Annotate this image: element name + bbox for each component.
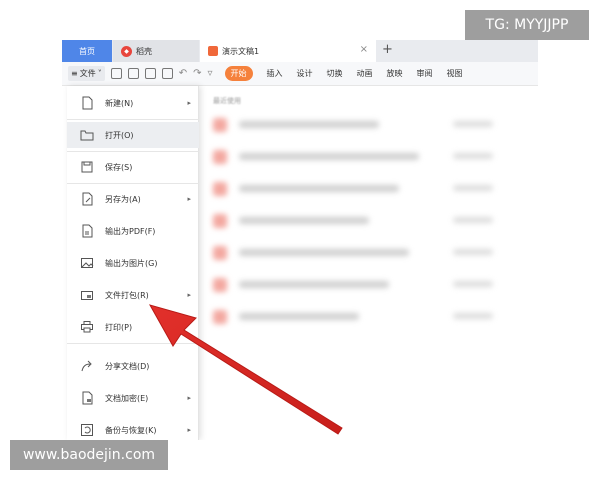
menu-item-export-pdf[interactable]: 输出为PDF(F)	[67, 218, 199, 244]
menu-item-label: 备份与恢复(K)	[105, 425, 157, 435]
menu-item-print[interactable]: 打印(P)	[67, 314, 199, 340]
toolbar: ≡ 文件 ˅ ↶ ↷ ▿ 开始 插入 设计 切换 动画 放映 审阅 视图	[62, 62, 538, 86]
menu-item-label: 打印(P)	[105, 322, 133, 332]
tab-docer[interactable]: ◆ 稻壳	[113, 40, 199, 62]
tab-home[interactable]: 首页	[62, 40, 112, 62]
submenu-arrow-icon: ▸	[187, 291, 191, 299]
lock-icon	[79, 390, 95, 406]
ribbon-tab-view[interactable]: 视图	[447, 68, 463, 79]
menu-item-label: 文档加密(E)	[105, 393, 149, 403]
recent-file-row[interactable]	[213, 308, 513, 326]
hamburger-icon: ≡	[71, 69, 78, 78]
menu-item-new[interactable]: 新建(N) ▸	[67, 90, 199, 116]
menu-item-encrypt[interactable]: 文档加密(E) ▸	[67, 385, 199, 411]
chevron-down-icon: ˅	[97, 69, 102, 78]
menu-item-backup[interactable]: 备份与恢复(K) ▸	[67, 417, 199, 440]
menu-item-label: 新建(N)	[105, 98, 134, 108]
docer-logo-icon: ◆	[121, 45, 132, 57]
backup-icon	[79, 422, 95, 438]
recent-file-row[interactable]	[213, 148, 513, 166]
recent-file-row[interactable]	[213, 116, 513, 134]
tab-docer-label: 稻壳	[136, 46, 152, 56]
printer-icon	[79, 319, 95, 335]
recent-file-row[interactable]	[213, 244, 513, 262]
save-as-icon	[79, 191, 95, 207]
menu-divider	[67, 119, 199, 120]
recent-file-row[interactable]	[213, 212, 513, 230]
undo-icon[interactable]: ↶	[179, 68, 187, 79]
print-tool-icon[interactable]	[144, 68, 156, 79]
file-menu-button[interactable]: ≡ 文件 ˅	[68, 66, 105, 81]
wps-window: 首页 ◆ 稻壳 演示文稿1 × + ≡ 文件 ˅ ↶ ↷ ▿ 开始 插入 设计 …	[62, 40, 538, 440]
recent-file-row[interactable]	[213, 180, 513, 198]
menu-item-export-image[interactable]: 输出为图片(G)	[67, 250, 199, 276]
recent-files-panel: 最近使用	[199, 86, 538, 440]
submenu-arrow-icon: ▸	[187, 394, 191, 402]
ribbon-tab-insert[interactable]: 插入	[267, 68, 283, 79]
package-icon	[79, 287, 95, 303]
menu-item-label: 输出为图片(G)	[105, 258, 158, 268]
menu-item-label: 分享文档(D)	[105, 361, 150, 371]
preview-tool-icon[interactable]	[161, 68, 173, 79]
menu-item-label: 保存(S)	[105, 162, 133, 172]
menu-item-share[interactable]: 分享文档(D)	[67, 353, 199, 379]
tab-presentation-label: 演示文稿1	[222, 46, 260, 56]
image-icon	[79, 255, 95, 271]
save-icon	[79, 159, 95, 175]
presentation-icon	[208, 46, 218, 56]
folder-icon	[79, 127, 95, 143]
new-tab-button[interactable]: +	[382, 42, 393, 57]
ribbon-tab-transition[interactable]: 切换	[327, 68, 343, 79]
watermark-bottom-left: www.baodejin.com	[10, 440, 168, 470]
ribbon-tab-review[interactable]: 审阅	[417, 68, 433, 79]
menu-divider	[67, 343, 199, 344]
ribbon-tab-design[interactable]: 设计	[297, 68, 313, 79]
recent-file-row[interactable]	[213, 276, 513, 294]
share-icon	[79, 358, 95, 374]
tab-presentation[interactable]: 演示文稿1 ×	[200, 40, 376, 62]
new-file-icon	[79, 95, 95, 111]
file-menu-label: 文件	[79, 69, 96, 78]
submenu-arrow-icon: ▸	[187, 426, 191, 434]
quick-access-more-icon[interactable]: ▿	[207, 68, 212, 79]
menu-item-label: 打开(O)	[105, 130, 134, 140]
menu-item-save-as[interactable]: 另存为(A) ▸	[67, 186, 199, 212]
redo-icon[interactable]: ↷	[193, 68, 201, 79]
title-bar: 首页 ◆ 稻壳 演示文稿1 × +	[62, 40, 538, 62]
save-tool-icon[interactable]	[110, 68, 122, 79]
submenu-arrow-icon: ▸	[187, 99, 191, 107]
menu-item-label: 另存为(A)	[105, 194, 141, 204]
menu-divider	[67, 151, 199, 152]
file-menu: 新建(N) ▸ 打开(O) 保存(S) 另存为(A) ▸ 输出为PDF(F) 输…	[67, 86, 199, 440]
pdf-icon	[79, 223, 95, 239]
menu-item-package[interactable]: 文件打包(R) ▸	[67, 282, 199, 308]
export-tool-icon[interactable]	[127, 68, 139, 79]
menu-item-open[interactable]: 打开(O)	[67, 122, 199, 148]
watermark-top-right: TG: MYYJJPP	[465, 10, 589, 40]
submenu-arrow-icon: ▸	[187, 195, 191, 203]
menu-item-label: 文件打包(R)	[105, 290, 149, 300]
ribbon-tab-slideshow[interactable]: 放映	[387, 68, 403, 79]
menu-divider	[67, 183, 199, 184]
menu-item-label: 输出为PDF(F)	[105, 226, 156, 236]
recent-files-title: 最近使用	[213, 97, 241, 105]
menu-item-save[interactable]: 保存(S)	[67, 154, 199, 180]
ribbon-tab-start[interactable]: 开始	[224, 66, 253, 81]
ribbon-tab-animation[interactable]: 动画	[357, 68, 373, 79]
close-tab-icon[interactable]: ×	[360, 44, 368, 55]
